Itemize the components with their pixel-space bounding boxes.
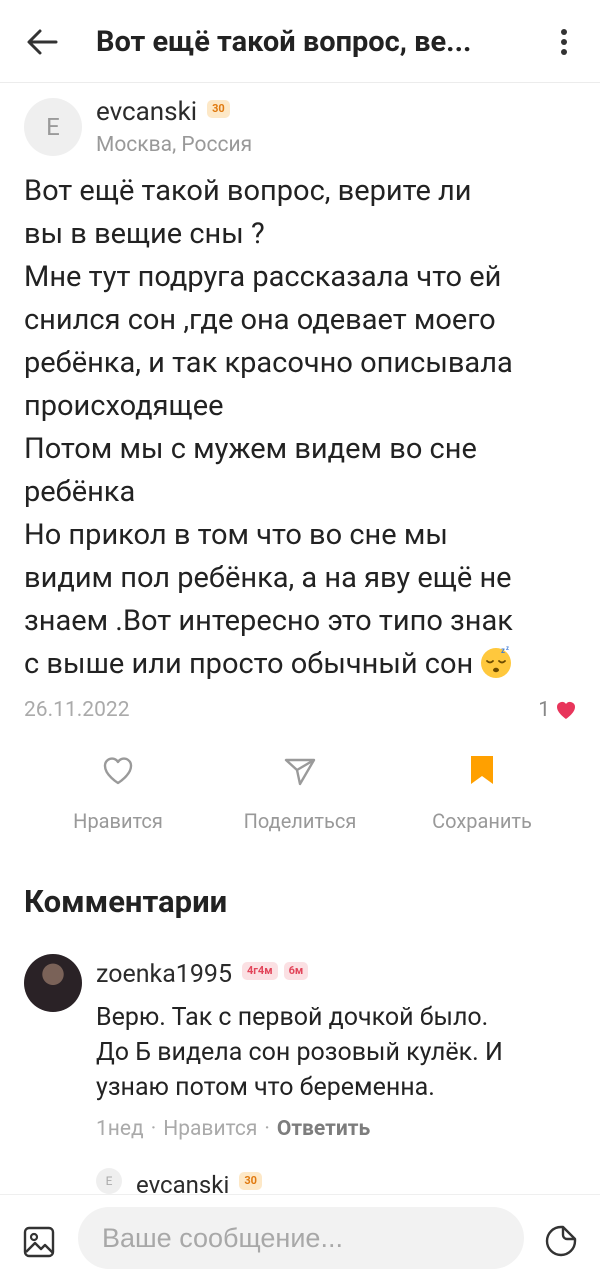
author-line: evcanski 30 — [96, 96, 230, 128]
more-options-icon[interactable] — [548, 22, 580, 62]
bookmark-icon — [392, 752, 572, 792]
post-line: с выше или просто обычный сон — [24, 647, 474, 681]
child-age-badge: 6м — [283, 962, 309, 980]
comment-like-link[interactable]: Нравится — [163, 1117, 257, 1141]
post-line-last: с выше или просто обычный сон z z — [24, 643, 584, 686]
message-input[interactable] — [78, 1207, 524, 1269]
share-button[interactable]: Поделиться — [210, 752, 390, 834]
top-bar: Вот ещё такой вопрос, ве... — [0, 0, 600, 83]
comments-heading: Комментарии — [24, 883, 228, 920]
message-composer — [0, 1194, 600, 1283]
heart-filled-icon — [557, 702, 575, 719]
likes-count: 1 — [538, 698, 550, 722]
level-badge: 30 — [207, 100, 230, 118]
comment-time: 1нед — [96, 1117, 144, 1141]
separator-dot: · — [264, 1117, 270, 1141]
post-line: происходящее — [24, 389, 224, 423]
post-line: ребёнка, и так красочно описывала — [24, 346, 513, 380]
sticker-icon[interactable] — [543, 1223, 579, 1259]
comment-author-line: zoenka1995 4г4м 6м — [96, 958, 309, 992]
share-send-icon — [210, 752, 390, 792]
post-date: 26.11.2022 — [24, 698, 130, 722]
save-label: Сохранить — [432, 809, 532, 833]
post-line: вы в вещие сны ? — [24, 217, 265, 251]
post-line: видим пол ребёнка, а на яву ещё не — [24, 561, 512, 595]
image-attach-icon[interactable] — [22, 1225, 56, 1259]
like-label: Нравится — [73, 809, 163, 833]
post-body: Вот ещё такой вопрос, верите ли вы в вещ… — [24, 170, 584, 686]
share-label: Поделиться — [243, 809, 357, 833]
likes-counter[interactable]: 1 — [538, 696, 578, 724]
author-location: Москва, Россия — [96, 133, 253, 157]
back-arrow-icon[interactable] — [22, 22, 62, 62]
post-line: Мне тут подруга рассказала что ей — [24, 260, 502, 294]
heart-outline-icon — [28, 752, 208, 792]
separator-dot: · — [150, 1117, 157, 1141]
svg-text:z: z — [501, 646, 505, 655]
comment-meta: 1нед · Нравится · Ответить — [96, 1114, 370, 1144]
reply-level-badge: 30 — [239, 1172, 262, 1190]
svg-text:z: z — [506, 646, 509, 652]
comment-line: До Б видела сон розовый кулёк. И — [96, 1038, 503, 1067]
post-line: снился сон ,где она одевает моего — [24, 303, 496, 337]
post-line: ребёнка — [24, 475, 136, 509]
save-button[interactable]: Сохранить — [392, 752, 572, 834]
author-avatar[interactable]: E — [24, 98, 82, 156]
comment-reply-link[interactable]: Ответить — [277, 1117, 370, 1141]
post-line: знаем .Вот интересно это типо знак — [24, 604, 513, 638]
post-line: Потом мы с мужем видем во сне — [24, 432, 477, 466]
reply-author: evcanski — [136, 1171, 230, 1194]
author-name[interactable]: evcanski — [96, 97, 197, 127]
pregnancy-badge: 4г4м — [242, 962, 278, 980]
commenter-avatar[interactable] — [24, 954, 82, 1012]
reply-preview[interactable]: Eevcanski 30 — [96, 1168, 262, 1194]
comment-author[interactable]: zoenka1995 — [96, 960, 232, 989]
comment-line: Верю. Так с первой дочкой было. — [96, 1003, 489, 1032]
reply-avatar: E — [96, 1168, 122, 1194]
like-button[interactable]: Нравится — [28, 752, 208, 834]
sleeping-face-emoji-icon: z z — [479, 645, 513, 679]
comment-body: Верю. Так с первой дочкой было. До Б вид… — [96, 1000, 586, 1105]
post-line: Вот ещё такой вопрос, верите ли — [24, 174, 472, 208]
comment-line: узнаю потом что беременна. — [96, 1073, 435, 1102]
post-line: Но прикол в том что во сне мы — [24, 518, 448, 552]
page-title: Вот ещё такой вопрос, ве... — [96, 25, 472, 59]
